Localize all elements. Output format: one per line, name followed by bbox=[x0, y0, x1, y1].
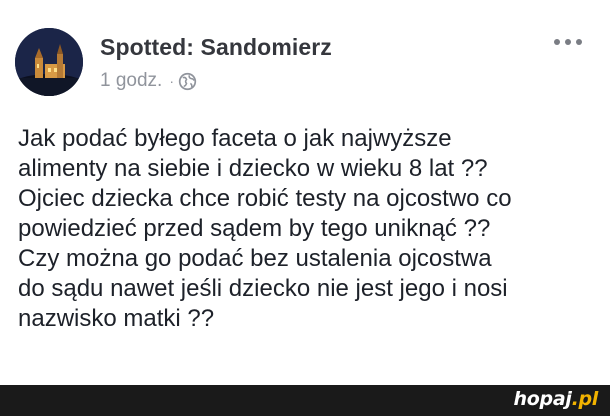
post-text-line: do sądu nawet jeśli dziecko nie jest jeg… bbox=[18, 275, 508, 302]
footer-bar: hopaj.pl bbox=[0, 385, 610, 416]
post-text-line: nazwisko matki ?? bbox=[18, 305, 215, 332]
post-text-line: Ojciec dziecka chce robić testy na ojcos… bbox=[18, 185, 512, 212]
site-logo[interactable]: hopaj.pl bbox=[513, 388, 599, 410]
post-text-line: Czy można go podać bez ustalenia ojcostw… bbox=[18, 245, 492, 272]
more-horizontal-icon bbox=[554, 39, 582, 45]
post-text: Jak podać byłego faceta o jak najwyższe … bbox=[18, 124, 598, 334]
globe-icon[interactable] bbox=[178, 72, 197, 91]
meta-separator: · bbox=[169, 73, 174, 89]
avatar-image bbox=[15, 28, 83, 96]
facebook-post: Spotted: Sandomierz 1 godz. · Jak podać … bbox=[0, 0, 610, 385]
post-meta: 1 godz. · bbox=[100, 70, 197, 92]
logo-tld: .pl bbox=[571, 388, 599, 410]
page-avatar[interactable] bbox=[15, 28, 83, 96]
page-name-link[interactable]: Spotted: Sandomierz bbox=[100, 34, 332, 61]
logo-name: hopaj bbox=[513, 388, 572, 410]
post-text-line: alimenty na siebie i dziecko w wieku 8 l… bbox=[18, 155, 488, 182]
post-timestamp[interactable]: 1 godz. bbox=[100, 70, 162, 92]
post-text-line: Jak podać byłego faceta o jak najwyższe bbox=[18, 125, 452, 152]
post-text-line: powiedzieć przed sądem by tego uniknąć ?… bbox=[18, 215, 491, 242]
more-options-button[interactable] bbox=[550, 30, 586, 54]
